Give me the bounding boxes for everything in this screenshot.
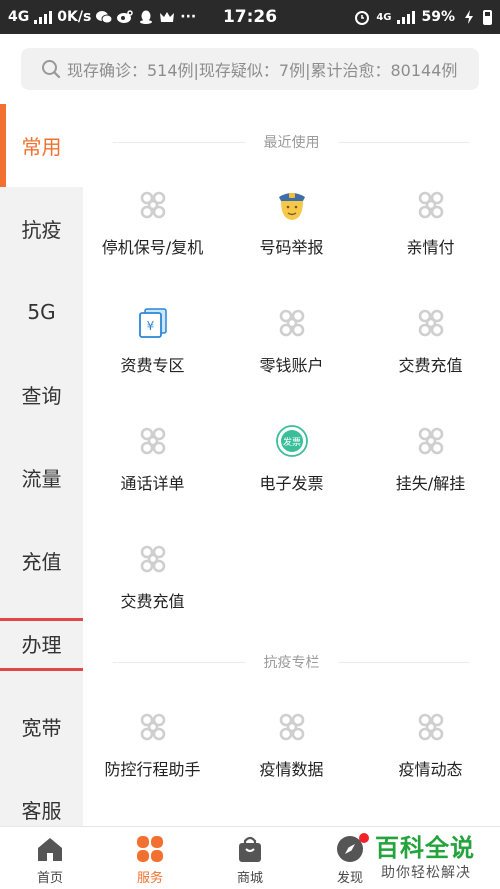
network-speed: 0K/s <box>57 9 92 25</box>
svg-text:¥: ¥ <box>146 319 154 333</box>
signal-icon <box>34 10 53 24</box>
tab-label: 发现 <box>336 871 363 886</box>
unicom-logo-icon <box>412 188 450 222</box>
invoice-badge-text: 发票 <box>282 436 300 448</box>
service-tile-label: 疫情动态 <box>398 760 463 779</box>
sidebar-item[interactable]: 客服 <box>0 768 83 826</box>
sidebar-item[interactable]: 宽带 <box>0 685 83 768</box>
section-title: 抗疫专栏 <box>83 652 500 672</box>
watermark-title: 百科全说 <box>375 834 475 862</box>
weibo-icon <box>117 10 134 24</box>
search-icon <box>42 60 61 79</box>
unicom-logo-icon <box>134 542 172 576</box>
unicom-logo-icon <box>412 306 450 340</box>
watermark-subtitle: 助你轻松解决 <box>381 865 471 881</box>
search-text: 现存确诊：514例|现存疑似：7例|累计治愈：80144例 <box>67 61 458 80</box>
unicom-logo-icon <box>134 188 172 222</box>
compass-icon <box>335 833 369 863</box>
service-tile[interactable]: 通话详单 <box>83 424 222 534</box>
service-tile[interactable]: 停机保号/复机 <box>83 188 222 298</box>
signal-icon-right <box>397 10 416 24</box>
status-bar: 4G 0K/s ··· 17:26 4G 59% <box>0 0 500 34</box>
service-tile-label: 通话详单 <box>120 474 185 493</box>
service-tile[interactable]: 挂失/解挂 <box>361 424 500 534</box>
service-tile-label: 资费专区 <box>120 356 185 375</box>
police-officer-icon <box>273 188 311 222</box>
unicom-logo-icon <box>134 710 172 744</box>
service-tile[interactable]: 防控行程助手 <box>83 710 222 820</box>
section-title-text: 抗疫专栏 <box>245 652 338 672</box>
section-title-text: 最近使用 <box>245 132 338 152</box>
section-title: 最近使用 <box>83 132 500 152</box>
battery-percent: 59% <box>421 9 455 25</box>
service-tile-label: 停机保号/复机 <box>101 238 204 257</box>
sidebar-item[interactable]: 查询 <box>0 353 83 436</box>
category-sidebar: 常用 抗疫 5G 查询 流量 充值 办理 宽带 客服 <box>0 104 83 826</box>
unicom-logo-icon <box>273 306 311 340</box>
tariff-yuan-icon: ¥ <box>134 306 172 340</box>
service-grid: 最近使用 停机保号/复机 号码举报 亲情付 ¥ 资费专区 零钱账户 交费充值 通话详单 发票 电子发… <box>83 104 500 826</box>
shopping-bag-icon <box>235 835 265 863</box>
service-tile-label: 防控行程助手 <box>104 760 201 779</box>
search-bar[interactable]: 现存确诊：514例|现存疑似：7例|累计治愈：80144例 <box>21 48 479 90</box>
tab-item[interactable]: 商城 <box>200 827 300 889</box>
unicom-logo-icon <box>134 424 172 458</box>
service-grid-icon <box>135 835 165 863</box>
service-tile[interactable]: 疫情动态 <box>361 710 500 820</box>
service-tile-label: 交费充值 <box>398 356 463 375</box>
watermark: 百科全说 助你轻松解决 <box>375 828 495 884</box>
invoice-badge-icon: 发票 <box>273 424 311 458</box>
service-tile[interactable]: 零钱账户 <box>222 306 361 416</box>
sidebar-item[interactable]: 充值 <box>0 519 83 602</box>
service-tile[interactable]: 发票 电子发票 <box>222 424 361 534</box>
unicom-logo-icon <box>412 710 450 744</box>
service-tile-label: 号码举报 <box>259 238 324 257</box>
service-tile-label: 电子发票 <box>259 474 324 493</box>
tab-item[interactable]: 服务 <box>100 827 200 889</box>
service-tile[interactable]: 号码举报 <box>222 188 361 298</box>
wechat-icon <box>96 10 113 24</box>
sidebar-item[interactable]: 抗疫 <box>0 187 83 270</box>
service-tile[interactable]: 亲情付 <box>361 188 500 298</box>
more-notifications: ··· <box>180 9 197 25</box>
service-tile-label: 交费充值 <box>120 592 185 611</box>
unicom-logo-icon <box>273 710 311 744</box>
service-tile-label: 零钱账户 <box>259 356 324 375</box>
network-type: 4G <box>8 9 30 25</box>
service-tile[interactable]: ¥ 资费专区 <box>83 306 222 416</box>
crown-icon <box>159 10 175 24</box>
unicom-logo-icon <box>412 424 450 458</box>
service-tile[interactable]: 交费充值 <box>83 542 222 652</box>
service-tile-label: 挂失/解挂 <box>395 474 466 493</box>
qq-icon <box>138 10 154 24</box>
tab-item[interactable]: 首页 <box>0 827 100 889</box>
tab-label: 商城 <box>236 871 263 886</box>
tab-label: 服务 <box>136 871 163 886</box>
battery-icon <box>483 9 492 25</box>
search-area: 现存确诊：514例|现存疑似：7例|累计治愈：80144例 <box>0 34 500 104</box>
home-icon <box>35 835 65 863</box>
notification-dot <box>359 833 369 843</box>
network-type-right: 4G <box>376 11 392 23</box>
service-tile-label: 疫情数据 <box>259 760 324 779</box>
charging-icon <box>461 10 477 24</box>
service-tile-label: 亲情付 <box>406 238 455 257</box>
sidebar-item[interactable]: 常用 <box>0 104 83 187</box>
sidebar-item[interactable]: 流量 <box>0 436 83 519</box>
service-tile[interactable]: 疫情数据 <box>222 710 361 820</box>
sidebar-item[interactable]: 5G <box>0 270 83 353</box>
alarm-icon <box>354 10 370 25</box>
tab-label: 首页 <box>36 871 63 886</box>
service-tile[interactable]: 交费充值 <box>361 306 500 416</box>
